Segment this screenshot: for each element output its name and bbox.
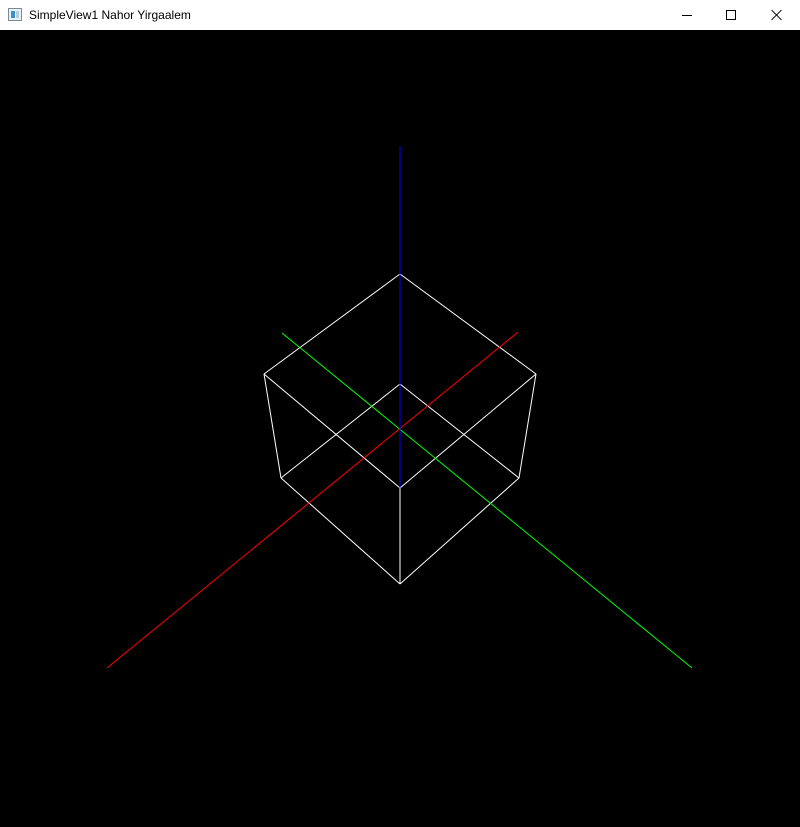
maximize-icon [726, 10, 736, 20]
window-title: SimpleView1 Nahor Yirgaalem [29, 8, 191, 22]
cube-edge [263, 273, 401, 375]
cube-edge [518, 373, 537, 479]
title-bar[interactable]: SimpleView1 Nahor Yirgaalem [0, 0, 800, 30]
y-axis-line [281, 332, 693, 669]
cube-edge [280, 477, 401, 585]
app-window: SimpleView1 Nahor Yirgaalem [0, 0, 800, 827]
cube-edge [399, 383, 520, 479]
cube-edge [399, 477, 520, 585]
cube-edge [280, 383, 401, 479]
cube-edge [399, 373, 537, 489]
close-button[interactable] [754, 0, 800, 30]
minimize-button[interactable] [664, 0, 710, 30]
cube-edge [263, 373, 401, 489]
render-viewport[interactable] [0, 30, 800, 827]
app-window-icon[interactable] [8, 8, 22, 21]
maximize-button[interactable] [708, 0, 754, 30]
cube-edge [399, 273, 537, 375]
close-icon [771, 9, 783, 21]
cube-edge [263, 373, 282, 479]
scene-canvas[interactable] [0, 30, 800, 827]
x-axis-line [106, 331, 519, 669]
minimize-icon [682, 14, 692, 16]
